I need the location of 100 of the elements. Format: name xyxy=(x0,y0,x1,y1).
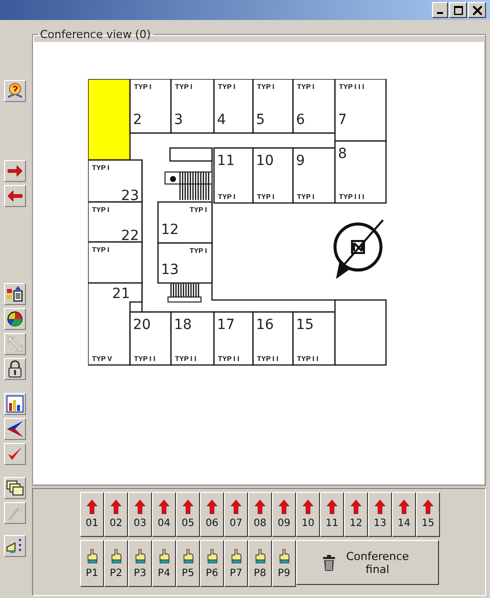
room[interactable] xyxy=(334,140,387,204)
up-arrow-icon xyxy=(375,500,385,514)
preset-button[interactable]: P1 xyxy=(80,540,104,587)
seat-button[interactable]: 07 xyxy=(224,492,248,537)
toolbar-button[interactable] xyxy=(4,535,26,557)
seat-button[interactable]: 10 xyxy=(296,492,320,537)
room-number: 2 xyxy=(133,112,142,128)
room[interactable] xyxy=(252,311,294,366)
seat-button[interactable]: 03 xyxy=(128,492,152,537)
room[interactable] xyxy=(129,79,172,134)
room[interactable] xyxy=(292,79,336,134)
padlock-icon xyxy=(6,360,24,378)
seat-button[interactable]: 06 xyxy=(200,492,224,537)
pointing-hand-icon xyxy=(230,548,242,564)
room[interactable] xyxy=(88,201,143,243)
room[interactable] xyxy=(252,79,294,134)
conference-final-button[interactable]: Conference final xyxy=(296,540,439,585)
room[interactable] xyxy=(213,311,254,366)
preset-button[interactable]: P5 xyxy=(176,540,200,587)
up-arrow-icon xyxy=(255,500,265,514)
stairs-drawing xyxy=(168,283,202,302)
seat-button[interactable]: 05 xyxy=(176,492,200,537)
maximize-button[interactable] xyxy=(449,2,467,18)
room[interactable] xyxy=(213,79,254,134)
up-arrow-icon xyxy=(423,500,433,514)
room[interactable] xyxy=(292,311,336,366)
room[interactable] xyxy=(88,241,143,284)
up-arrow-icon xyxy=(231,500,241,514)
seat-button[interactable]: 15 xyxy=(416,492,440,537)
toolbar-button[interactable] xyxy=(4,308,26,330)
room-number: 15 xyxy=(296,317,314,333)
room[interactable] xyxy=(334,79,387,142)
toolbar-button[interactable] xyxy=(4,393,26,415)
up-arrow-icon xyxy=(351,500,361,514)
toolbar-button[interactable] xyxy=(4,283,26,305)
room[interactable] xyxy=(170,311,215,366)
room-number: 22 xyxy=(121,228,139,244)
toolbar-button[interactable] xyxy=(4,185,26,207)
room[interactable] xyxy=(170,79,215,134)
room-number: 13 xyxy=(161,262,179,278)
seat-button[interactable]: 08 xyxy=(248,492,272,537)
pointing-hand-icon xyxy=(110,548,122,564)
seat-button[interactable]: 12 xyxy=(344,492,368,537)
preset-button[interactable]: P4 xyxy=(152,540,176,587)
diagonal-arrow-icon xyxy=(6,335,24,353)
preset-button[interactable]: P3 xyxy=(128,540,152,587)
room[interactable] xyxy=(157,201,213,244)
toolbar-button[interactable] xyxy=(4,160,26,182)
seat-button[interactable]: 09 xyxy=(272,492,296,537)
preset-button[interactable]: P2 xyxy=(104,540,128,587)
room-number: 6 xyxy=(296,112,305,128)
seat-button[interactable]: 01 xyxy=(80,492,104,537)
seat-button[interactable]: 11 xyxy=(320,492,344,537)
seat-button[interactable]: 13 xyxy=(368,492,392,537)
close-button[interactable] xyxy=(468,2,486,18)
room[interactable] xyxy=(129,311,172,366)
folders-icon xyxy=(6,479,24,497)
room[interactable] xyxy=(88,159,143,203)
pointing-hand-icon xyxy=(134,548,146,564)
room-number: 3 xyxy=(174,112,183,128)
arrowhead-icon xyxy=(6,420,24,438)
pointing-hand-icon xyxy=(182,548,194,564)
up-arrow-icon xyxy=(303,500,313,514)
room[interactable] xyxy=(88,79,131,161)
preset-button[interactable]: P9 xyxy=(272,540,296,587)
stairs-drawing xyxy=(164,172,212,200)
room[interactable] xyxy=(157,242,213,284)
up-arrow-icon xyxy=(183,500,193,514)
pointing-hand-icon xyxy=(206,548,218,564)
up-arrow-icon xyxy=(327,500,337,514)
up-arrow-icon xyxy=(207,500,217,514)
wand-icon xyxy=(6,504,24,522)
preset-button[interactable]: P7 xyxy=(224,540,248,587)
minimize-icon xyxy=(437,12,443,14)
preset-button[interactable]: P8 xyxy=(248,540,272,587)
room[interactable] xyxy=(334,299,387,366)
minimize-button[interactable] xyxy=(432,2,448,18)
seat-button[interactable]: 14 xyxy=(392,492,416,537)
room-number: 8 xyxy=(338,146,347,162)
room-number: 23 xyxy=(121,188,139,204)
trash-can-icon xyxy=(322,554,334,570)
document-list-icon xyxy=(6,285,24,303)
up-arrow-icon xyxy=(87,500,97,514)
room[interactable] xyxy=(292,147,336,204)
toolbar-button[interactable] xyxy=(4,358,26,380)
room-number: 4 xyxy=(217,112,226,128)
pie-chart-icon xyxy=(6,310,24,328)
toolbar-button[interactable] xyxy=(4,418,26,440)
room-number: 20 xyxy=(133,317,151,333)
seat-button[interactable]: 04 xyxy=(152,492,176,537)
toolbar-button[interactable] xyxy=(4,477,26,499)
room-number: 12 xyxy=(161,222,179,238)
room-number: 18 xyxy=(174,317,192,333)
room[interactable] xyxy=(252,147,294,204)
bar-chart-icon xyxy=(6,395,24,413)
preset-button[interactable]: P6 xyxy=(200,540,224,587)
room[interactable] xyxy=(213,147,254,204)
room-number: 9 xyxy=(296,153,305,169)
seat-button[interactable]: 02 xyxy=(104,492,128,537)
room-number: 21 xyxy=(112,286,130,302)
